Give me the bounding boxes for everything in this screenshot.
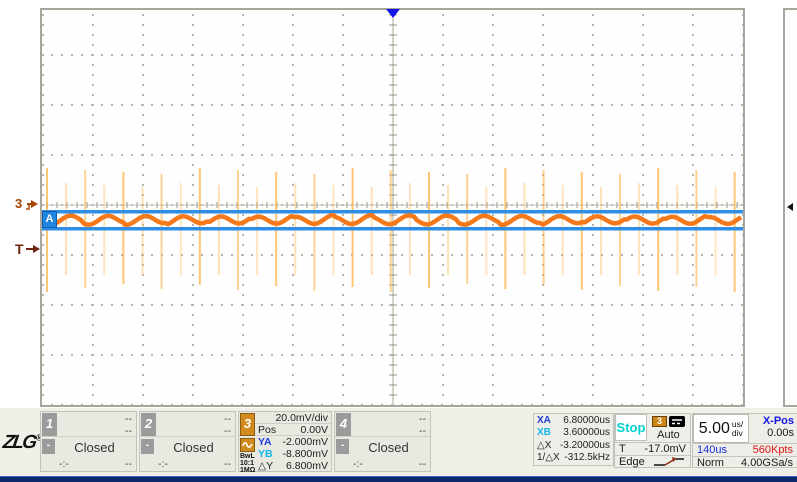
x-pos-value: 0.00s <box>749 427 794 439</box>
channel2-bottom-right: -- <box>224 458 231 470</box>
channel3-probe: 10:1 <box>240 460 257 467</box>
ac-coupling-icon[interactable] <box>240 438 255 452</box>
trigger-level-value: -17.0mV <box>644 443 686 455</box>
channel3-impedance: 1MΩ <box>240 467 257 474</box>
channel1-badge[interactable]: 1 <box>42 413 57 436</box>
trigger-source-badge[interactable]: 3 <box>652 416 667 427</box>
channel1-minus-chip[interactable]: - <box>42 439 55 454</box>
channel1-bottom-right: -- <box>125 458 132 470</box>
timebase-scale-button[interactable]: 5.00 us/ div <box>693 414 749 443</box>
channel3-box[interactable]: 3 BwL 10:1 1MΩ 20.0mV/div Pos 0.00V YA -… <box>238 411 332 472</box>
channel2-badge[interactable]: 2 <box>141 413 156 436</box>
channel3-arrow-icon <box>23 197 38 211</box>
trigger-level-label: T <box>619 443 626 455</box>
channel3-bwl: BwL <box>240 453 257 460</box>
x-position-readout[interactable]: X-Pos 0.00s <box>749 414 797 443</box>
channel2-state: Closed <box>140 437 235 457</box>
cursor-fx-value: -312.5kHz <box>564 452 610 463</box>
trigger-arrow-icon <box>25 243 40 255</box>
rising-edge-icon <box>652 456 686 468</box>
cursor-dx-label: △X <box>537 440 551 451</box>
cursor-yb-label: YB <box>258 448 273 460</box>
channel3-pos-value: 0.00V <box>301 424 328 436</box>
capture-window: 140us <box>697 444 727 456</box>
cursor-ya-label: YA <box>258 436 272 448</box>
trigger-position-marker-icon[interactable] <box>386 9 400 18</box>
channel3-badge[interactable]: 3 <box>240 413 255 436</box>
channel1-bottom-left: -:- <box>59 458 69 470</box>
channel4-box[interactable]: 4 - -- -- Closed -:- -- <box>334 411 431 472</box>
memory-depth: 560Kpts <box>753 444 793 456</box>
cursor-a-handle[interactable]: A <box>42 211 57 228</box>
channel3-ground-marker[interactable]: 3 <box>15 196 38 211</box>
cursor-fx-label: 1/△X <box>537 452 560 463</box>
waveform-canvas <box>42 10 743 405</box>
timebase-scale-value: 5.00 <box>699 420 730 438</box>
channel2-minus-chip[interactable]: - <box>141 439 154 454</box>
bottom-edge-strip <box>0 476 797 482</box>
trigger-coupling-icon[interactable] <box>669 416 685 427</box>
trigger-mode[interactable]: Auto <box>647 429 690 441</box>
chann4-bottom-right: -- <box>419 458 426 470</box>
cursor-dy-label: △Y <box>258 460 273 472</box>
cursor-xb-value: 3.60000us <box>563 427 610 438</box>
channel2-box[interactable]: 2 - -- -- Closed -:- -- <box>139 411 236 472</box>
cursor-yb-value: -8.800mV <box>282 448 328 460</box>
cursor-xa-label: XA <box>537 415 551 426</box>
channel1-state: Closed <box>41 437 136 457</box>
channel4-bottom-left: -:- <box>353 458 363 470</box>
acquisition-mode[interactable]: Norm <box>697 457 724 469</box>
cursor-ya-value: -2.000mV <box>282 436 328 448</box>
timebase-unit-bottom: div <box>732 428 743 438</box>
waveform-display[interactable] <box>40 8 745 407</box>
channel2-bottom-left: -:- <box>158 458 168 470</box>
trigger-level-marker[interactable]: T <box>15 241 40 257</box>
cursor-xb-label: XB <box>537 427 551 438</box>
cursor-xa-value: 6.80000us <box>563 415 610 426</box>
timebase-panel: 5.00 us/ div X-Pos 0.00s 140us 560Kpts N… <box>692 413 797 468</box>
panel-collapse-icon[interactable] <box>787 203 793 211</box>
channel4-state: Closed <box>335 437 430 457</box>
zlg-logo: ZLG® <box>1 432 43 454</box>
cursor-dx-value: -3.20000us <box>560 440 610 451</box>
x-pos-label: X-Pos <box>749 415 794 427</box>
cursor-dy-value: 6.800mV <box>286 460 328 472</box>
sample-rate: 4.00GSa/s <box>741 457 793 469</box>
x-cursor-panel: XA 6.80000us XB 3.60000us △X -3.20000us … <box>533 413 614 466</box>
channel4-minus-chip[interactable]: - <box>336 439 349 454</box>
trigger-panel: Stop 3 Auto T -17.0mV Edge <box>614 413 691 468</box>
channel1-box[interactable]: 1 - -- -- Closed -:- -- <box>40 411 137 472</box>
run-stop-button[interactable]: Stop <box>615 414 647 441</box>
channel3-pos-label: Pos <box>258 424 276 436</box>
trigger-type[interactable]: Edge <box>619 456 645 468</box>
channel4-badge[interactable]: 4 <box>336 413 351 436</box>
